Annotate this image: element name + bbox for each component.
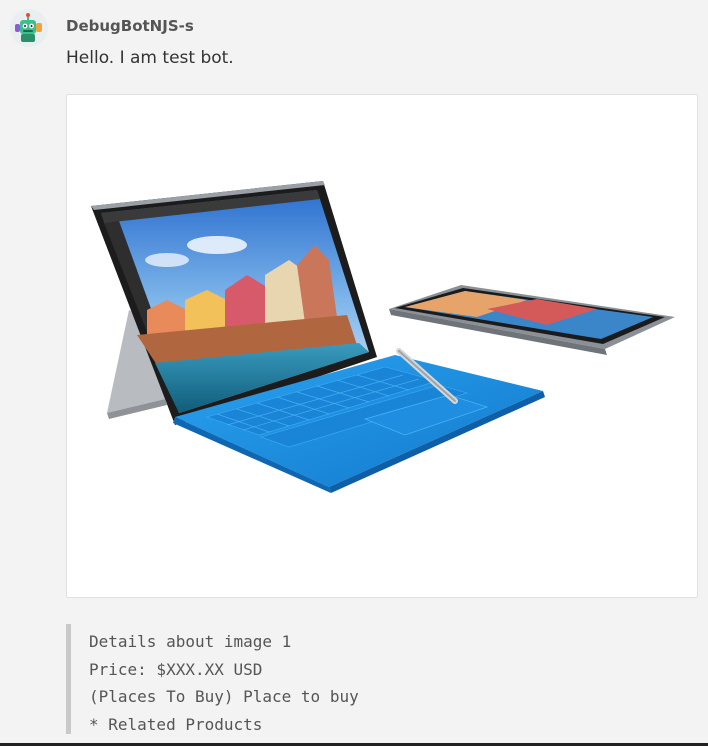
sender-name: DebugBotNJS-s (66, 17, 194, 35)
image-attachment-card[interactable] (66, 94, 698, 598)
bot-avatar[interactable] (10, 9, 48, 47)
details-title: Details about image 1 (89, 632, 292, 651)
details-places-to-buy: (Places To Buy) Place to buy (89, 687, 359, 706)
details-related-products: * Related Products (89, 714, 263, 734)
tablet-product-image (91, 181, 675, 493)
message-text: Hello. I am test bot. (66, 48, 234, 68)
image-details-quote: Details about image 1 Price: $XXX.XX USD… (66, 624, 666, 734)
bot-message: DebugBotNJS-s Hello. I am test bot. Deta… (0, 0, 708, 746)
robot-avatar-icon (10, 9, 48, 47)
details-price: Price: $XXX.XX USD (89, 659, 263, 679)
